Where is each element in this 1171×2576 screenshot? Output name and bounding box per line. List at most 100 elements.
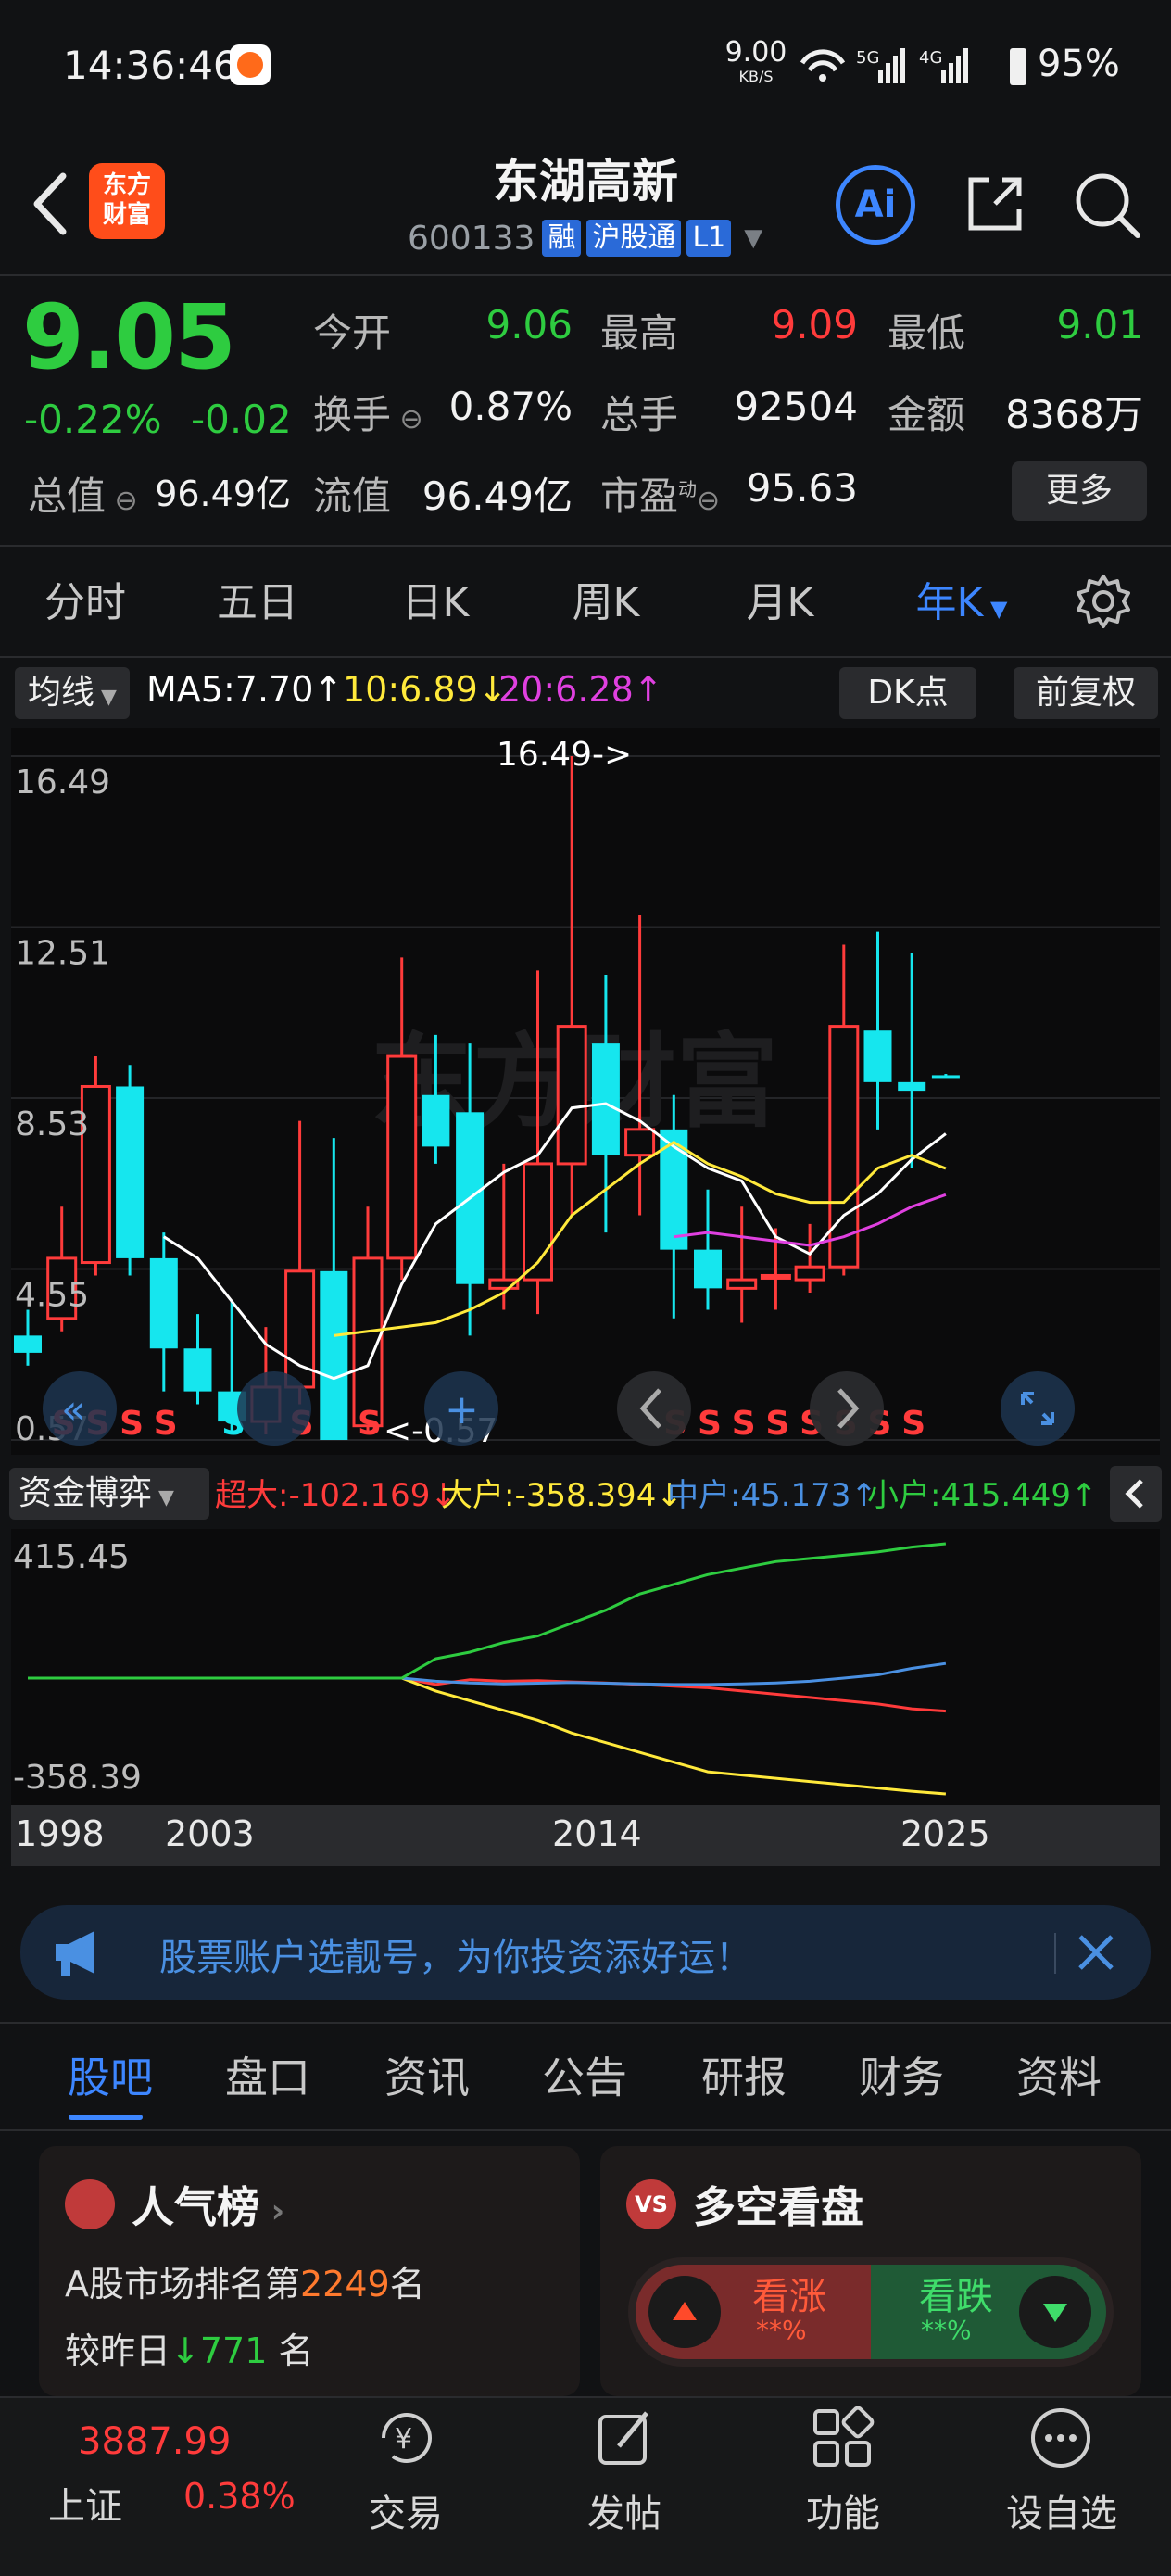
open-value: 9.06 [485,302,573,347]
chevron-left-icon [1125,1479,1143,1509]
signal-s-label: S [154,1405,178,1443]
tab-weekly-k[interactable]: 周K [532,569,680,628]
nav-post[interactable]: 发帖 [550,2483,699,2537]
tab-research[interactable]: 研报 [674,2044,813,2105]
candle-body [422,1094,450,1147]
bullish-vote-button[interactable] [648,2276,721,2348]
x-tick-label: 1998 [15,1813,105,1854]
index-change[interactable]: 0.38% [183,2476,296,2517]
pe-superscript: 动 [678,478,698,500]
signal-s-label: S [358,1405,382,1443]
ma20-value: 20:6.28↑ [498,669,663,710]
tab-yearly-k[interactable]: 年K ▼ [888,569,1036,628]
market-cap-label: 总值 ⊖ [28,474,138,519]
y-tick-label: 12.51 [15,935,110,973]
tab-financials[interactable]: 财务 [832,2044,971,2105]
battery-level: 95% [1038,43,1120,85]
down-triangle-icon [1043,2304,1067,2322]
dk-point-button[interactable]: DK点 [839,667,976,719]
fundflow-selector[interactable]: 资金博弈 ▼ [9,1468,209,1520]
bearish-vote-button[interactable] [1019,2276,1091,2348]
network-speed: 9.00 KB/S [721,39,791,89]
indicator-selector[interactable]: 均线 ▼ [15,667,130,719]
more-dots-icon[interactable] [1028,2406,1093,2470]
tab-monthly-k[interactable]: 月K [706,569,854,628]
tab-intraday[interactable]: 分时 [11,569,159,628]
divider [0,274,1171,276]
tab-five-day[interactable]: 五日 [183,569,332,628]
candle-body [898,1081,926,1092]
divider [0,656,1171,658]
svg-text:5G: 5G [856,48,879,68]
up-triangle-icon [673,2302,697,2320]
ma5-value: MA5:7.70↑ [146,669,344,710]
index-name[interactable]: 上证 [48,2476,122,2530]
active-tab-indicator [69,2115,143,2120]
float-cap-label: 流值 [313,474,392,519]
search-icon[interactable] [1071,169,1141,239]
network-speed-value: 9.00 [724,36,787,69]
y-tick-label: 4.55 [15,1277,89,1315]
tab-daily-k[interactable]: 日K [361,569,510,628]
tab-news[interactable]: 资讯 [358,2044,497,2105]
svg-text:4G: 4G [919,48,942,68]
trade-yen-icon[interactable]: ¥ [374,2406,439,2470]
candle-body [183,1348,212,1392]
vs-icon: VS [626,2179,676,2229]
share-icon[interactable] [962,170,1028,237]
turnover-value: 0.87% [448,384,573,429]
ai-assistant-button[interactable]: Ai [836,165,915,245]
scroll-right-button [810,1371,884,1446]
stock-code-row[interactable]: 600133 融 沪股通 L1 ▼ [408,215,762,261]
tab-forum[interactable]: 股吧 [41,2044,180,2105]
status-time: 14:36:46 [63,43,238,88]
x-tick-label: 2025 [900,1813,990,1854]
collapse-panel-button[interactable] [1110,1466,1162,1522]
amount-value: 8368万 [1005,392,1143,437]
divider [0,2129,1171,2131]
super-large-flow: 超大:-102.169↓ [215,1477,457,1514]
more-button[interactable]: 更多 [1012,461,1147,521]
price-adjust-button[interactable]: 前复权 [1014,667,1158,719]
popularity-title[interactable]: 人气榜 › [132,2174,284,2235]
nav-trade[interactable]: 交易 [332,2483,480,2537]
double-left-icon: « [61,1386,86,1433]
signal-s-label: S [698,1405,722,1443]
x-tick-label: 2014 [552,1813,642,1854]
ad-text[interactable]: 股票账户选靓号，为你投资添好运！ [159,1927,752,1981]
nav-watchlist[interactable]: 设自选 [988,2483,1136,2537]
y-tick-label: 8.53 [15,1105,89,1143]
margin-tag: 融 [542,220,582,257]
ranking-icon [65,2179,115,2229]
market-cap-value: 96.49亿 [155,474,291,514]
float-cap-value: 96.49亿 [422,474,573,519]
candle-body [116,1086,145,1258]
x-tick-label: 2003 [165,1813,255,1854]
rank-change-number: 771 [199,2330,268,2371]
pe-value: 95.63 [746,465,858,511]
bullish-label: 看涨 [752,2276,826,2318]
edit-post-icon[interactable] [593,2406,658,2470]
medium-flow: 中户:45.173↑ [667,1477,877,1514]
fullscreen-button [1001,1371,1075,1446]
candle-body [624,1128,656,1157]
level1-tag: L1 [686,220,732,257]
y-tick-label: -358.39 [13,1759,142,1797]
index-value[interactable]: 3887.99 [78,2420,231,2463]
tab-profile[interactable]: 资料 [989,2044,1128,2105]
close-icon[interactable] [1071,1927,1121,1977]
tab-order-book[interactable]: 盘口 [198,2044,337,2105]
svg-text:¥: ¥ [395,2423,412,2456]
gear-icon[interactable] [1075,573,1132,630]
stock-connect-tag: 沪股通 [586,220,682,257]
functions-grid-icon[interactable] [810,2406,875,2470]
nav-functions[interactable]: 功能 [769,2483,917,2537]
pe-label: 市盈动⊖ [600,474,721,519]
scroll-left-button [617,1371,691,1446]
candle-body [694,1249,722,1289]
tab-announcements[interactable]: 公告 [515,2044,654,2105]
change-value: -0.02 [191,397,292,442]
kline-chart[interactable]: 东方财富 16.4912.518.534.550.57 SSSSSSSSSSSS… [0,728,1171,1887]
low-value: 9.01 [1056,302,1143,347]
volume-value: 92504 [734,384,858,429]
